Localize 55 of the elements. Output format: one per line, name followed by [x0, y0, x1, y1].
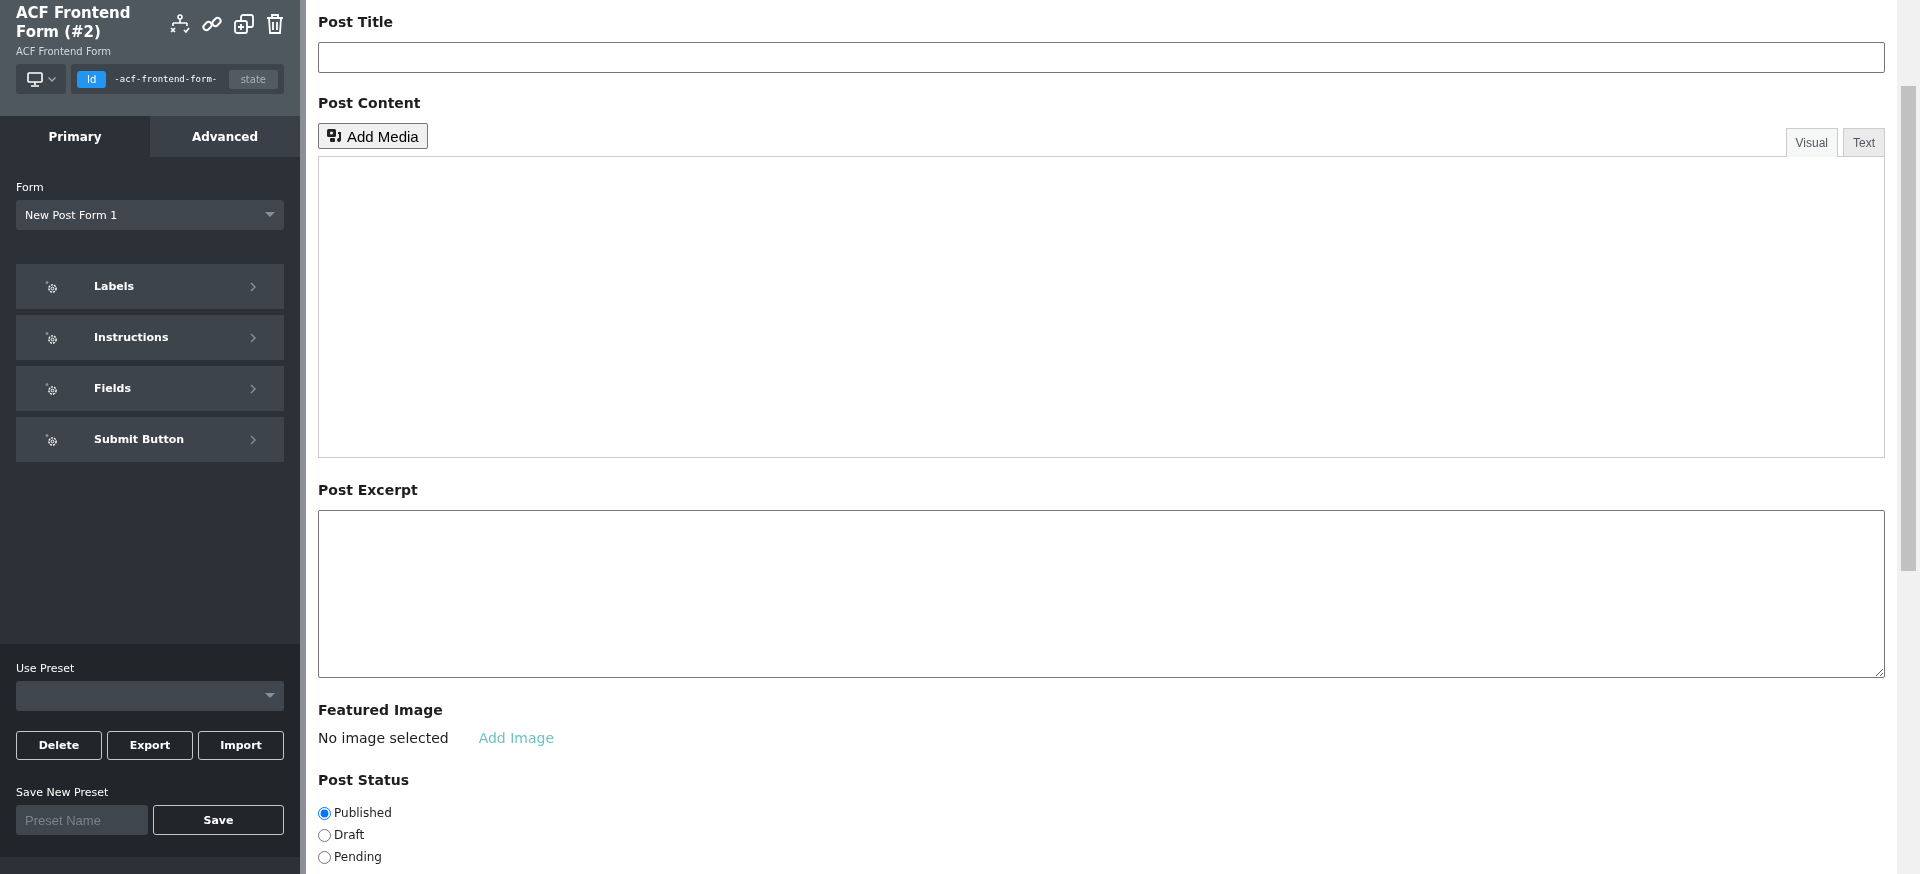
id-value: -acf-frontend-form- — [114, 74, 219, 84]
status-option-label: Published — [334, 806, 392, 820]
media-icon — [327, 129, 342, 143]
element-title: ACF Frontend Form (#2) — [16, 4, 132, 42]
element-subtitle: ACF Frontend Form — [16, 46, 113, 57]
id-badge: Id — [77, 70, 107, 88]
chevron-right-icon — [250, 383, 256, 394]
selector-field[interactable]: Id -acf-frontend-form- state — [71, 64, 284, 94]
status-option-label: Draft — [334, 828, 365, 842]
caret-icon — [265, 212, 275, 218]
section-toggle[interactable]: Submit Button — [16, 417, 284, 462]
panel-tab[interactable]: Advanced — [150, 116, 300, 157]
title-field[interactable] — [318, 42, 1885, 73]
section-toggle[interactable]: Labels — [16, 264, 284, 309]
field-label: Post Excerpt — [318, 482, 419, 498]
gear-icon — [44, 279, 58, 294]
field-label: Save New Preset — [16, 786, 110, 799]
status-radio[interactable] — [318, 828, 331, 842]
status-radio[interactable] — [318, 806, 331, 820]
field-label: Featured Image — [318, 702, 444, 718]
section-toggle[interactable]: Instructions — [16, 315, 284, 360]
chevron-right-icon — [250, 281, 256, 292]
editor-tab[interactable]: Text — [1843, 128, 1885, 157]
preset-button[interactable]: Import — [198, 731, 284, 760]
scrollbar-thumb[interactable] — [1901, 86, 1916, 571]
gear-icon — [44, 330, 58, 345]
caret-icon — [265, 693, 275, 699]
save-button[interactable]: Save — [153, 805, 284, 835]
desktop-icon — [26, 71, 43, 87]
preset-name-field[interactable]: Preset Name — [16, 805, 148, 835]
status-radio[interactable] — [318, 850, 331, 864]
status-option-label: Pending — [334, 850, 382, 864]
field-label: Post Status — [318, 772, 410, 788]
hierarchy-icon[interactable] — [170, 14, 190, 34]
form-select[interactable]: New Post Form 1 — [16, 200, 284, 230]
image-status: No image selected — [318, 730, 449, 746]
editor-tab[interactable]: Visual — [1785, 128, 1838, 157]
gear-icon — [44, 432, 58, 447]
field-label: Post Title — [318, 14, 395, 30]
field-label: Use Preset — [16, 662, 76, 675]
field-label: Form — [16, 181, 45, 194]
section-toggle[interactable]: Fields — [16, 366, 284, 411]
preset-button[interactable]: Delete — [16, 731, 102, 760]
field-label: Post Content — [318, 95, 422, 111]
link-icon[interactable] — [202, 14, 222, 34]
chevron-right-icon — [250, 332, 256, 343]
chevron-down-icon — [47, 76, 56, 82]
add-media-button[interactable]: Add Media — [318, 123, 428, 149]
gear-icon — [44, 381, 58, 396]
duplicate-icon[interactable] — [234, 14, 254, 34]
device-selector[interactable] — [16, 64, 66, 94]
chevron-right-icon — [250, 434, 256, 445]
preset-button[interactable]: Export — [107, 731, 193, 760]
excerpt-field[interactable] — [318, 510, 1885, 678]
trash-icon[interactable] — [266, 14, 284, 34]
